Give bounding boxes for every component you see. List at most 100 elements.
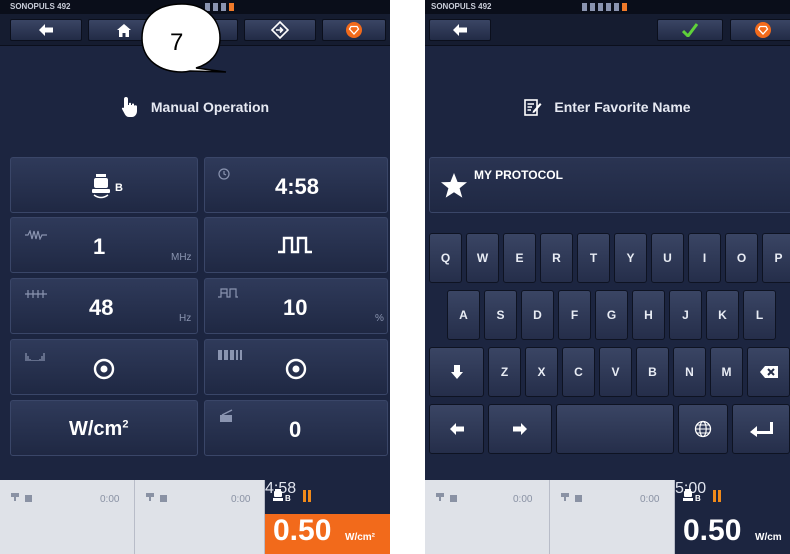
electrode-icon (11, 493, 32, 502)
head-contact-icon (220, 409, 233, 422)
intensity-unit-tile[interactable]: W/cm2 (10, 400, 198, 456)
enter-key[interactable] (732, 404, 790, 454)
key-f[interactable]: F (558, 290, 591, 340)
applicator-head-label: B (115, 182, 123, 194)
key-o[interactable]: O (725, 233, 758, 283)
key-q[interactable]: Q (429, 233, 462, 283)
favorite-name-field[interactable]: MY PROTOCOL (429, 157, 790, 213)
key-g[interactable]: G (595, 290, 628, 340)
intensity-value-tile[interactable]: 0 (204, 400, 388, 456)
timer-tile[interactable]: 4:58 (204, 157, 388, 213)
duty-cycle-tile[interactable]: 10 % (204, 278, 388, 334)
back-button[interactable] (10, 19, 82, 41)
key-p[interactable]: P (762, 233, 790, 283)
intensity-value: 0 (289, 417, 302, 442)
intensity-mode-tile[interactable] (10, 339, 198, 395)
hand-pointer-icon (121, 97, 137, 117)
key-x[interactable]: X (525, 347, 558, 397)
channel-status-bar: 0:00 0:00 B 5:00 0.50 W/cm (425, 480, 790, 554)
pulse-train-icon (25, 290, 47, 298)
key-i[interactable]: I (688, 233, 721, 283)
checkmark-icon (682, 23, 698, 37)
shift-key[interactable] (429, 347, 484, 397)
channel-1-time: 0:00 (100, 494, 120, 505)
key-y[interactable]: Y (614, 233, 647, 283)
save-favorite-button[interactable] (244, 19, 316, 41)
key-r[interactable]: R (540, 233, 573, 283)
back-button[interactable] (429, 19, 491, 41)
key-s[interactable]: S (484, 290, 517, 340)
applicator-head-icon (92, 174, 110, 199)
stop-icon (346, 22, 362, 38)
active-head-label: B (695, 494, 701, 503)
key-h[interactable]: H (632, 290, 665, 340)
readout-value: 0.50 (683, 514, 742, 547)
key-b[interactable]: B (636, 347, 669, 397)
title-text: Manual Operation (150, 99, 270, 115)
backspace-icon (759, 366, 778, 378)
intensity-readout: 0.50 W/cm (675, 514, 790, 554)
stop-button[interactable] (322, 19, 386, 41)
key-e[interactable]: E (503, 233, 536, 283)
space-key[interactable] (556, 404, 674, 454)
device-name: SONOPULS 492 (431, 2, 492, 11)
cursor-left-key[interactable] (429, 404, 484, 454)
enter-icon (750, 422, 773, 437)
stop-button[interactable] (730, 19, 790, 41)
key-d[interactable]: D (521, 290, 554, 340)
pulse-frequency-unit: Hz (179, 313, 192, 324)
active-channel[interactable]: B 4:58 0.50 W/cm² (265, 480, 390, 554)
applicator-head-tile[interactable]: B (10, 157, 198, 213)
key-t[interactable]: T (577, 233, 610, 283)
key-v[interactable]: V (599, 347, 632, 397)
pulse-frequency-value: 48 (89, 295, 114, 320)
readout-unit: W/cm² (345, 532, 375, 543)
active-channel[interactable]: B 5:00 0.50 W/cm (675, 480, 790, 554)
status-bar: SONOPULS 492 (425, 0, 790, 14)
key-w[interactable]: W (466, 233, 499, 283)
intensity-unit-label: W/cm2 (69, 418, 128, 441)
duty-cycle-value: 10 (283, 295, 308, 320)
device-name: SONOPULS 492 (10, 2, 71, 11)
pulse-frequency-tile[interactable]: 48 Hz (10, 278, 198, 334)
channel-slot-1[interactable]: 0:00 (425, 480, 550, 554)
channel-2-time: 0:00 (640, 494, 660, 505)
key-c[interactable]: C (562, 347, 595, 397)
key-n[interactable]: N (673, 347, 706, 397)
duty-cycle-icon (218, 288, 238, 298)
pause-icon (713, 490, 721, 502)
pause-icon (303, 490, 311, 502)
channel-slot-1[interactable]: 0:00 (0, 480, 135, 554)
frequency-value: 1 (93, 234, 106, 259)
key-z[interactable]: Z (488, 347, 521, 397)
confirm-button[interactable] (657, 19, 723, 41)
channel-slot-2[interactable]: 0:00 (550, 480, 675, 554)
back-arrow-icon (39, 24, 53, 36)
channel-status-bar: 0:00 0:00 B 4:58 0.50 W/cm² (0, 480, 390, 554)
key-a[interactable]: A (447, 290, 480, 340)
applicator-head-icon (683, 489, 693, 501)
electrode-icon (561, 493, 582, 502)
key-l[interactable]: L (743, 290, 776, 340)
frequency-tile[interactable]: 1 MHz (10, 217, 198, 273)
status-indicator (582, 3, 627, 11)
pulse-wave-icon (278, 236, 312, 254)
channel-1-time: 0:00 (513, 494, 533, 505)
readout-unit: W/cm (755, 532, 782, 543)
ramp-bars-icon (25, 353, 45, 361)
intensity-readout: 0.50 W/cm² (265, 514, 390, 554)
callout-number: 7 (170, 29, 184, 56)
key-k[interactable]: K (706, 290, 739, 340)
backspace-key[interactable] (747, 347, 790, 397)
continuous-mode-tile[interactable] (204, 339, 388, 395)
channel-slot-2[interactable]: 0:00 (135, 480, 265, 554)
electrode-icon (436, 493, 457, 502)
shift-down-icon (450, 365, 463, 379)
pulse-mode-tile[interactable] (204, 217, 388, 273)
key-u[interactable]: U (651, 233, 684, 283)
language-key[interactable] (678, 404, 728, 454)
cursor-right-key[interactable] (488, 404, 552, 454)
key-m[interactable]: M (710, 347, 743, 397)
key-j[interactable]: J (669, 290, 702, 340)
intensity-unit-sup: 2 (122, 418, 129, 431)
